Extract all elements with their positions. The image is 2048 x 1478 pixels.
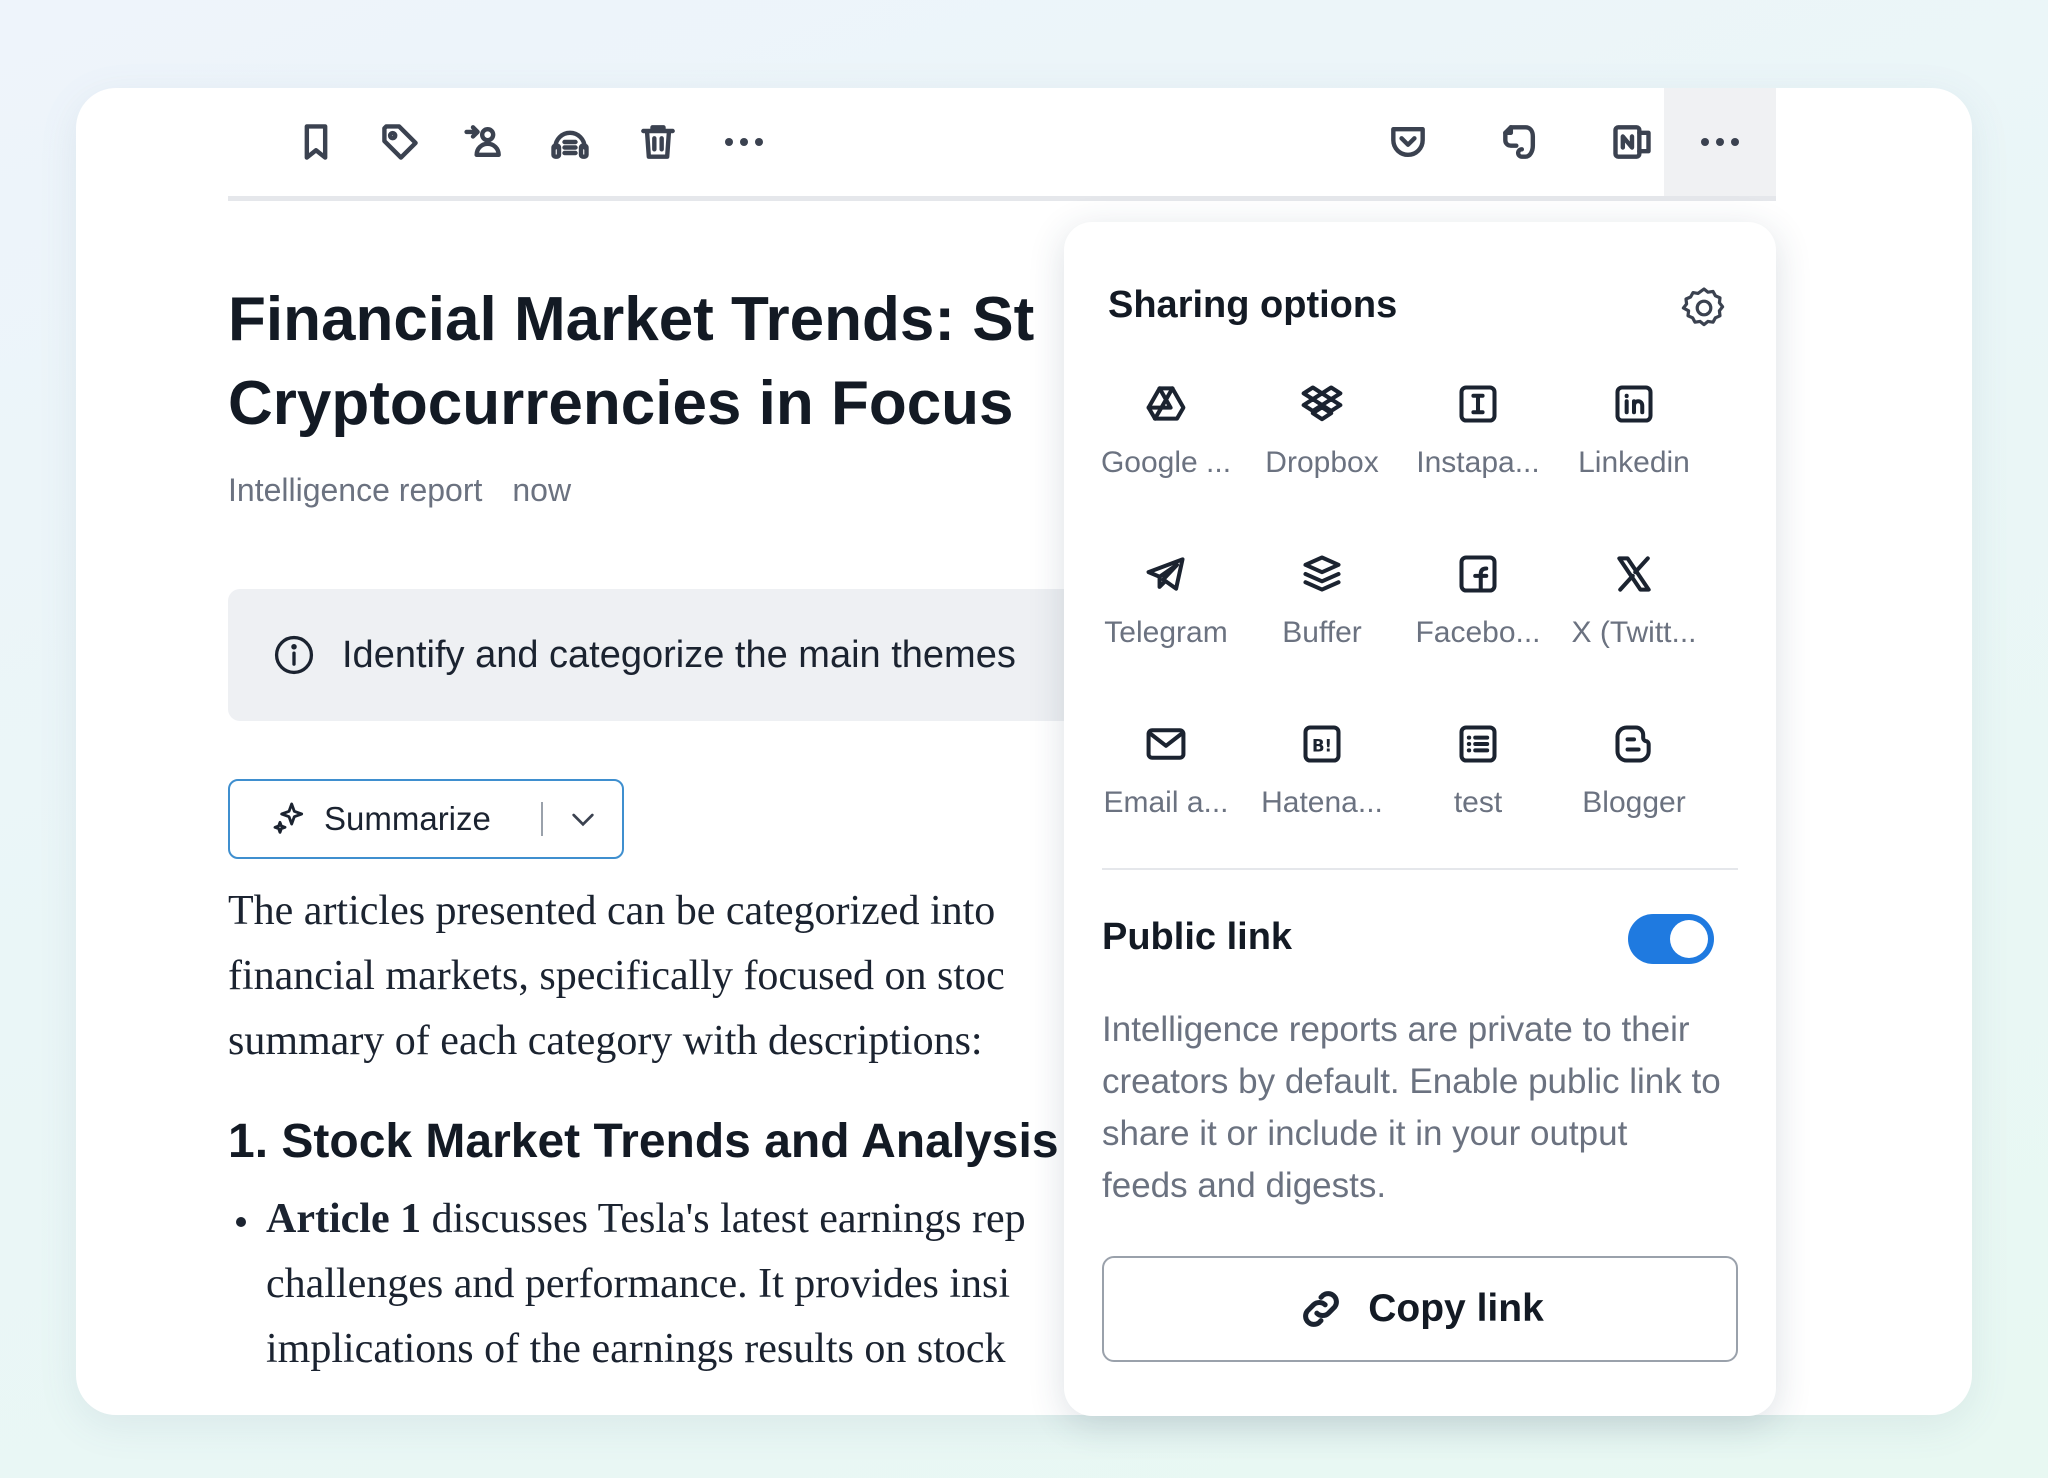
share-facebook[interactable]: Facebo...: [1400, 552, 1556, 672]
share-email[interactable]: Email a...: [1088, 722, 1244, 842]
article-source: Intelligence report: [228, 472, 483, 508]
share-label: Telegram: [1104, 616, 1228, 649]
more-active-icon[interactable]: [1664, 88, 1776, 196]
chevron-down-icon[interactable]: [567, 803, 599, 835]
bullet-line: discusses Tesla's latest earnings rep: [421, 1196, 1026, 1242]
share-label: test: [1453, 786, 1503, 819]
toggle-knob: [1670, 920, 1708, 958]
trash-icon[interactable]: [628, 112, 688, 172]
share-label: Facebo...: [1415, 616, 1541, 649]
linkedin-icon: [1615, 385, 1653, 423]
section-heading: 1. Stock Market Trends and Analysis: [228, 1115, 1059, 1168]
hatena-icon: B!: [1303, 725, 1341, 763]
prompt-text: Identify and categorize the main themes: [342, 633, 1016, 676]
tag-icon[interactable]: [370, 112, 430, 172]
gear-icon[interactable]: [1680, 284, 1728, 332]
sharing-title: Sharing options: [1108, 284, 1398, 326]
buffer-icon: [1303, 555, 1341, 592]
prompt-box: Identify and categorize the main themes: [228, 589, 1158, 721]
share-label: X (Twitt...: [1571, 616, 1697, 649]
share-blogger[interactable]: Blogger: [1556, 722, 1712, 842]
share-buffer[interactable]: Buffer: [1244, 552, 1400, 672]
share-label: Google ...: [1100, 446, 1232, 479]
public-link-description: Intelligence reports are private to thei…: [1102, 1010, 1721, 1205]
toolbar-divider: [228, 196, 1776, 201]
share-x-twitter[interactable]: X (Twitt...: [1556, 552, 1712, 672]
copy-link-label: Copy link: [1368, 1287, 1544, 1330]
article-content: Financial Market Trends: St Cryptocurren…: [228, 278, 1158, 1382]
summary-line: The articles presented can be categorize…: [228, 888, 996, 934]
list-icon: [1459, 725, 1497, 763]
share-label: Instapa...: [1416, 446, 1540, 479]
onenote-icon[interactable]: [1602, 112, 1662, 172]
share-label: Linkedin: [1578, 446, 1690, 479]
blogger-icon: [1615, 725, 1651, 763]
bullet-line: implications of the earnings results on …: [266, 1326, 1006, 1372]
share-google-drive[interactable]: Google ...: [1088, 382, 1244, 502]
bullet-bold: Article 1: [266, 1196, 422, 1242]
share-telegram[interactable]: Telegram: [1088, 552, 1244, 672]
x-twitter-icon: [1617, 556, 1651, 592]
public-link-title: Public link: [1102, 916, 1293, 958]
dropbox-icon: [1301, 385, 1343, 422]
google-drive-icon: [1146, 386, 1186, 421]
facebook-icon: [1459, 555, 1497, 593]
copy-link-button[interactable]: Copy link: [1102, 1256, 1738, 1362]
email-icon: [1146, 728, 1186, 760]
divider: [1102, 868, 1738, 870]
page-title-line2: Cryptocurrencies in Focus: [228, 369, 1014, 438]
article-time: now: [512, 472, 572, 508]
more-icon[interactable]: [714, 112, 774, 172]
evernote-icon[interactable]: [1490, 112, 1550, 172]
summary-line: summary of each category with descriptio…: [228, 1018, 983, 1064]
share-label: Buffer: [1282, 616, 1362, 649]
public-link-toggle[interactable]: [1628, 914, 1714, 964]
share-label: Blogger: [1582, 786, 1686, 819]
link-icon: [1303, 1291, 1340, 1327]
summary-line: financial markets, specifically focused …: [228, 953, 1005, 999]
article-meta: Intelligence report now: [228, 472, 1158, 509]
sharing-popover: Sharing options Google ... Dropbox Insta…: [1064, 222, 1776, 1416]
page-title-line1: Financial Market Trends: St: [228, 285, 1035, 354]
bookmark-icon[interactable]: [286, 112, 346, 172]
sparkle-icon: [273, 802, 304, 834]
share-users-icon[interactable]: [454, 112, 514, 172]
pocket-icon[interactable]: [1378, 112, 1438, 172]
share-dropbox[interactable]: Dropbox: [1244, 382, 1400, 502]
bullet-item: Article 1 discusses Tesla's latest earni…: [228, 1187, 1158, 1382]
summarize-button[interactable]: Summarize: [228, 779, 624, 859]
telegram-icon: [1146, 557, 1185, 591]
instapaper-icon: [1459, 385, 1497, 423]
summarize-separator: [540, 802, 543, 836]
share-instapaper[interactable]: Instapa...: [1400, 382, 1556, 502]
podcast-icon[interactable]: [540, 112, 600, 172]
share-label: Hatena...: [1261, 786, 1383, 819]
share-hatena[interactable]: B! Hatena...: [1244, 722, 1400, 842]
summary-text: The articles presented can be categorize…: [228, 879, 1158, 1074]
share-label: Dropbox: [1265, 446, 1379, 479]
summarize-label: Summarize: [324, 800, 491, 837]
info-icon: [274, 635, 314, 675]
share-linkedin[interactable]: Linkedin: [1556, 382, 1712, 502]
share-label: Email a...: [1103, 786, 1229, 819]
share-test[interactable]: test: [1400, 722, 1556, 842]
bullet-line: challenges and performance. It provides …: [266, 1261, 1011, 1307]
svg-text:B!: B!: [1312, 736, 1332, 755]
toolbar: [76, 88, 1972, 200]
